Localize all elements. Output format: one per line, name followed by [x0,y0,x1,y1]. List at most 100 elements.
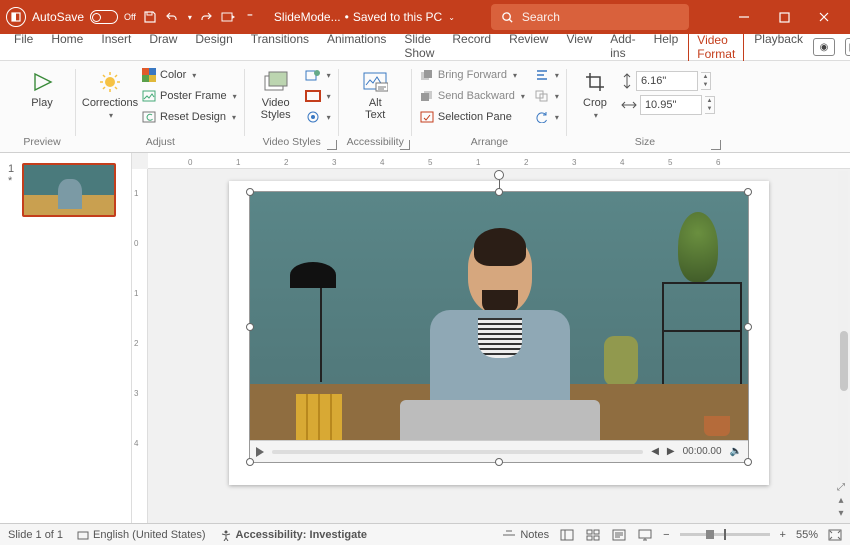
width-spinner[interactable]: ▲▼ [705,96,715,114]
slide-thumbnail[interactable] [22,163,116,217]
lang-icon [77,529,89,541]
sorter-view-icon[interactable] [585,528,601,542]
video-styles-dialog-launcher[interactable] [327,140,337,150]
poster-frame-button[interactable]: Poster Frame▾ [142,86,237,106]
video-step-forward-icon[interactable]: ▶ [667,446,675,457]
recording-indicator-icon[interactable]: ◉ [813,38,835,56]
redo-icon[interactable] [198,9,214,25]
group-adjust: Corrections ▾ Color▾ Poster Frame▾ Reset… [76,63,245,152]
resize-handle[interactable] [744,188,752,196]
accessibility-status[interactable]: Accessibility: Investigate [220,529,367,541]
fit-to-window-icon[interactable] [828,529,842,541]
group-size: Crop ▾ 6.16" ▲▼ 10.95" ▲▼ Size [567,63,723,152]
search-icon [501,11,514,24]
camera-icon[interactable] [845,38,850,56]
editor-area: 1 * 012345123456 101234 [0,153,850,523]
brightness-icon [97,69,123,95]
width-input[interactable]: 10.95" [640,95,702,115]
unsaved-star: * [8,175,18,187]
height-icon [621,73,633,89]
group-accessibility: Alt Text Accessibility [339,63,412,152]
save-icon[interactable] [142,9,158,25]
selection-pane-button[interactable]: Selection Pane [420,107,525,127]
accessibility-dialog-launcher[interactable] [400,140,410,150]
height-input[interactable]: 6.16" [636,71,698,91]
bring-forward-button: Bring Forward▾ [420,65,525,85]
crop-button[interactable]: Crop ▾ [575,65,615,120]
ruler-horizontal: 012345123456 [148,153,850,169]
ribbon-tabs: FileHomeInsertDrawDesignTransitionsAnima… [0,34,850,61]
reset-icon [142,110,156,124]
zoom-slider[interactable] [680,533,770,536]
video-border-button[interactable]: ▾ [305,86,331,106]
next-slide-icon[interactable]: ▾ [838,508,843,519]
group-video-styles: Video Styles ▾ ▾ ▾ Video Styles [245,63,339,152]
ruler-vertical: 101234 [132,169,148,523]
zoom-level[interactable]: 55% [796,529,818,541]
prev-slide-icon[interactable]: ▴ [838,495,843,506]
selection-pane-icon [420,110,434,124]
color-icon [142,68,156,82]
resize-handle[interactable] [246,323,254,331]
send-backward-icon [420,89,434,103]
resize-handle[interactable] [246,188,254,196]
video-shape-button[interactable]: ▾ [305,65,331,85]
alt-text-button[interactable]: Alt Text [354,65,396,121]
play-button[interactable]: Play [16,65,68,109]
search-input[interactable]: Search [491,4,689,30]
resize-handle[interactable] [495,188,503,196]
slideshow-view-icon[interactable] [637,528,653,542]
reset-design-button[interactable]: Reset Design▾ [142,107,237,127]
slide-indicator[interactable]: Slide 1 of 1 [8,529,63,541]
slide-panel[interactable]: 1 * [0,153,132,523]
video-preview [250,192,748,440]
border-icon [305,89,321,103]
undo-icon[interactable] [164,9,180,25]
video-styles-button[interactable]: Video Styles [253,65,299,121]
document-title[interactable]: SlideMode... • Saved to this PC ⌄ [274,10,455,24]
workspace: 012345123456 101234 [132,153,850,523]
color-button[interactable]: Color▾ [142,65,237,85]
accessibility-icon [220,529,232,541]
video-object[interactable]: ◀ ▶ 00:00.00 🔈 [249,191,749,463]
resize-handle[interactable] [495,458,503,466]
rotate-handle[interactable] [494,170,504,180]
video-mute-icon[interactable]: 🔈 [730,446,742,457]
shape-icon [305,68,321,82]
corrections-button[interactable]: Corrections ▾ [84,65,136,120]
start-from-beginning-icon[interactable] [220,9,236,25]
autosave-toggle[interactable]: AutoSave Off [32,10,136,24]
vertical-scrollbar[interactable] [838,171,848,483]
video-styles-icon [263,69,289,95]
group-button: ▾ [535,86,559,106]
width-icon [621,99,637,111]
video-play-icon[interactable] [256,447,264,457]
qat-overflow-icon[interactable]: ⁼ [242,9,258,25]
video-scrubber[interactable] [272,450,643,454]
normal-view-icon[interactable] [559,528,575,542]
lang-indicator[interactable]: English (United States) [77,529,206,541]
reading-view-icon[interactable] [611,528,627,542]
zoom-in-button[interactable]: + [780,529,786,541]
video-time: 00:00.00 [683,446,722,457]
fit-icon[interactable]: ⤢ [837,482,845,493]
resize-handle[interactable] [246,458,254,466]
slide-number: 1 [8,163,18,175]
slide-canvas[interactable]: ◀ ▶ 00:00.00 🔈 [229,181,769,485]
zoom-out-button[interactable]: − [663,529,669,541]
alt-text-icon [362,69,388,95]
app-icon [6,7,26,27]
resize-handle[interactable] [744,458,752,466]
height-spinner[interactable]: ▲▼ [701,72,711,90]
resize-handle[interactable] [744,323,752,331]
rotate-button[interactable]: ▾ [535,107,559,127]
poster-frame-icon [142,89,156,103]
effects-icon [305,110,321,124]
rotate-icon [535,111,549,123]
video-step-back-icon[interactable]: ◀ [651,446,659,457]
video-effects-button[interactable]: ▾ [305,107,331,127]
ribbon: Play Preview Corrections ▾ Color▾ Poster… [0,61,850,153]
size-dialog-launcher[interactable] [711,140,721,150]
notes-button[interactable]: Notes [502,529,549,541]
align-button[interactable]: ▾ [535,65,559,85]
